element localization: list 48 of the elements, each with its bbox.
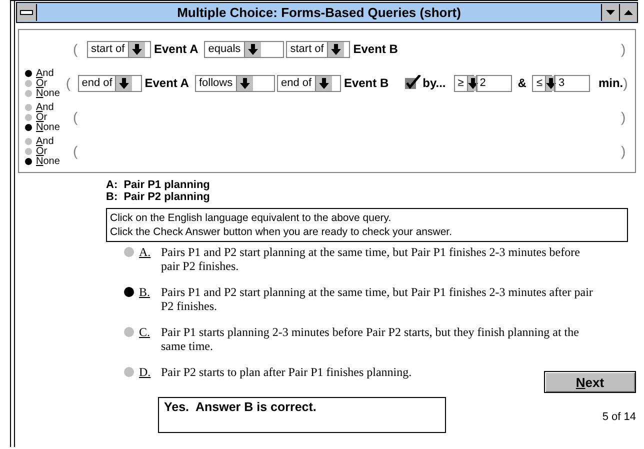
option-text: Pair P2 starts to plan after Pair P1 finishes planning.	[161, 365, 413, 379]
radio-label: None	[36, 122, 60, 132]
radio-label: And	[36, 102, 54, 112]
open-paren: (	[73, 143, 79, 159]
event-label: Event A	[154, 42, 198, 56]
option-letter: C.	[139, 325, 152, 339]
option-text: Pairs P1 and P2 start planning at the same time, but Pair P1 finishes 2-3 minutes before pair P2 finishes.	[161, 245, 581, 273]
dropdown[interactable]: end of	[276, 74, 341, 92]
dropdown[interactable]: end of	[78, 74, 142, 92]
legend-text: B: Pair P2 planning	[106, 191, 211, 203]
dropdown[interactable]: start of	[87, 40, 151, 58]
ampersand-label: &	[518, 76, 526, 90]
dropdown[interactable]: start of	[286, 40, 350, 58]
option-letter: B.	[139, 285, 152, 299]
event-label: Event B	[344, 76, 389, 90]
number-field[interactable]: 2	[476, 74, 512, 92]
event-label: Event A	[144, 76, 189, 90]
close-paren: )	[621, 143, 627, 159]
radio-label: Or	[36, 112, 48, 122]
window-title: Multiple Choice: Forms-Based Queries (short)	[176, 5, 462, 20]
radio-label: None	[36, 156, 60, 166]
instruction-text: Click the Check Answer button when you are ready to check your answer.	[110, 225, 454, 239]
next-button[interactable]: Next	[544, 371, 636, 393]
dropdown[interactable]: equals	[204, 40, 284, 58]
option-letter: D.	[139, 365, 152, 379]
number-field[interactable]: 3	[554, 74, 590, 92]
dropdown[interactable]: follows	[194, 74, 275, 92]
radio-label: And	[36, 68, 54, 78]
feedback-box: Yes. Answer B is correct.	[158, 397, 446, 433]
event-label: Event B	[353, 42, 398, 56]
option-text: Pair P1 starts planning 2-3 minutes before Pair P2 starts, but they finish planning at the same time.	[161, 325, 580, 353]
option-text: Pairs P1 and P2 start planning at the same time, but Pair P1 finishes 2-3 minutes after pair P2 finishes.	[161, 285, 594, 313]
radio-label: Or	[36, 78, 48, 88]
legend-text: A: Pair P1 planning	[106, 179, 211, 191]
close-paren: )	[621, 109, 627, 125]
open-paren: (	[73, 41, 79, 57]
open-paren: (	[66, 75, 72, 91]
unit-label: min.	[598, 76, 624, 90]
radio-label: None	[36, 88, 60, 98]
close-paren: )	[623, 75, 629, 91]
radio-label: Or	[36, 146, 48, 156]
open-paren: (	[73, 109, 79, 125]
by-label: by...	[422, 76, 446, 90]
progress-text: 5 of 14	[602, 411, 636, 423]
instruction-text: Click on the English language equivalent to the above query.	[110, 211, 392, 225]
close-paren: )	[621, 41, 627, 57]
radio-label: And	[36, 136, 54, 146]
option-letter: A.	[139, 245, 152, 259]
